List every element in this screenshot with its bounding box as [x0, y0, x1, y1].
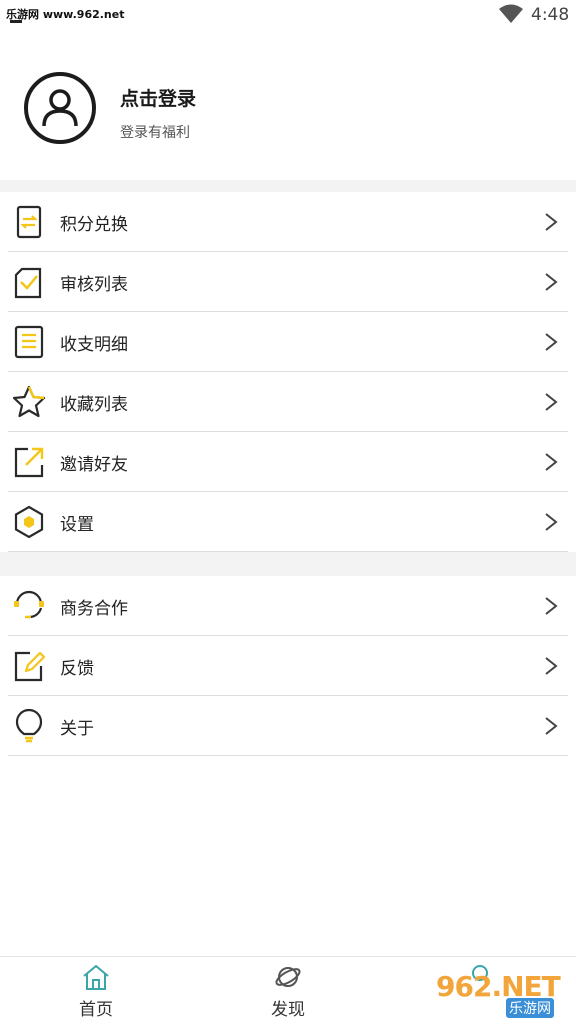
settings-hexagon-icon [14, 505, 44, 539]
wifi-icon [499, 4, 523, 23]
watermark-logo: 962.NET 乐游网 [436, 968, 570, 1018]
exchange-icon [16, 205, 42, 239]
chevron-right-icon [545, 273, 558, 291]
login-title[interactable]: 点击登录 [120, 84, 196, 111]
avatar[interactable] [24, 72, 96, 144]
chevron-right-icon [545, 717, 558, 735]
menu-label: 设置 [60, 515, 94, 535]
share-icon [14, 447, 44, 478]
star-icon [12, 385, 46, 418]
clock: 4:48 [531, 5, 570, 25]
edit-icon [14, 651, 46, 682]
headset-icon [14, 590, 44, 619]
menu-group-other: 商务合作 反馈 关于 [0, 576, 576, 756]
menu-item-invite-friends[interactable]: 邀请好友 [8, 432, 568, 492]
chevron-right-icon [545, 453, 558, 471]
review-list-icon [14, 267, 42, 299]
login-subtitle: 登录有福利 [120, 125, 190, 141]
menu-item-feedback[interactable]: 反馈 [8, 636, 568, 696]
menu-group-main: 积分兑换 审核列表 收支明细 收藏列表 邀请好友 设置 [0, 192, 576, 552]
tab-label: 发现 [271, 1000, 305, 1020]
chevron-right-icon [545, 393, 558, 411]
chevron-right-icon [545, 333, 558, 351]
section-gap [0, 180, 576, 192]
profile-header[interactable]: 点击登录 登录有福利 [0, 30, 576, 180]
ledger-icon [14, 325, 44, 359]
notification-indicator [10, 20, 22, 23]
menu-label: 关于 [60, 719, 94, 739]
menu-label: 积分兑换 [60, 215, 128, 235]
chevron-right-icon [545, 213, 558, 231]
menu-item-review-list[interactable]: 审核列表 [8, 252, 568, 312]
home-icon [83, 964, 109, 990]
user-icon [42, 89, 78, 127]
menu-item-favorites[interactable]: 收藏列表 [8, 372, 568, 432]
watermark-subtext: 乐游网 [506, 998, 554, 1018]
carrier-text: 乐游网 www.962.net [6, 8, 125, 21]
menu-label: 反馈 [60, 659, 94, 679]
status-bar: 乐游网 www.962.net 4:48 [0, 0, 576, 30]
bulb-icon [15, 709, 43, 743]
chevron-right-icon [545, 513, 558, 531]
menu-item-business-cooperation[interactable]: 商务合作 [8, 576, 568, 636]
planet-icon [275, 967, 301, 987]
menu-label: 审核列表 [60, 275, 128, 295]
menu-item-income-expense[interactable]: 收支明细 [8, 312, 568, 372]
menu-item-points-exchange[interactable]: 积分兑换 [8, 192, 568, 252]
section-gap [0, 552, 576, 576]
menu-item-about[interactable]: 关于 [8, 696, 568, 756]
tab-discover[interactable]: 发现 [238, 957, 338, 1024]
menu-label: 收藏列表 [60, 395, 128, 415]
menu-label: 邀请好友 [60, 455, 128, 475]
chevron-right-icon [545, 657, 558, 675]
tab-home[interactable]: 首页 [46, 957, 146, 1024]
menu-label: 收支明细 [60, 335, 128, 355]
tab-label: 首页 [79, 1000, 113, 1020]
chevron-right-icon [545, 597, 558, 615]
menu-item-settings[interactable]: 设置 [8, 492, 568, 552]
menu-label: 商务合作 [60, 599, 128, 619]
